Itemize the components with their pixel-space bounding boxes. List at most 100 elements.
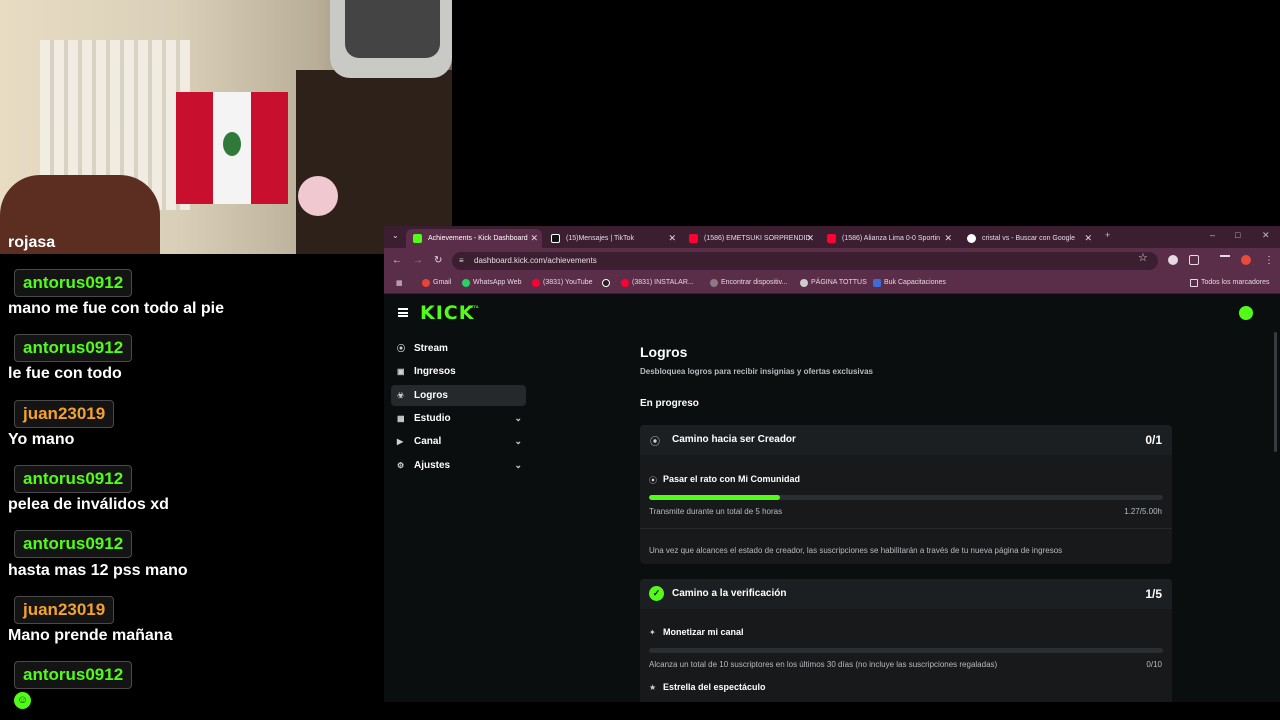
chevron-down-icon: ⌄	[514, 413, 522, 423]
tab-kick-achievements[interactable]: Achievements - Kick Dashboard ✕	[406, 229, 542, 248]
device-icon	[710, 279, 718, 287]
bookmark-whatsapp[interactable]: WhatsApp Web	[462, 279, 522, 287]
bookmark-label: Todos los marcadores	[1201, 279, 1270, 286]
chat-message: le fue con todo	[8, 365, 122, 382]
task-title: Monetizar mi canal	[663, 627, 744, 637]
wallet-icon: ▣	[397, 367, 405, 376]
bookmark-label: Encontrar dispositiv...	[721, 279, 788, 286]
gear-icon: ⚙	[397, 461, 405, 470]
new-tab-icon[interactable]: +	[1105, 230, 1110, 240]
card-header[interactable]: ✓ Camino a la verificación 1/5	[640, 579, 1172, 609]
achievement-card: ✓ Camino a la verificación 1/5 ✦ Monetiz…	[640, 579, 1172, 702]
chat-message: Mano prende mañana	[8, 627, 173, 644]
webcam-feed	[0, 0, 452, 254]
maximize-icon[interactable]: □	[1235, 230, 1240, 240]
sidebar-item-stream[interactable]: ⦿ Stream	[391, 338, 526, 359]
sidebar-item-ajustes[interactable]: ⚙ Ajustes ⌄	[391, 455, 526, 476]
tab-label: (1586) Alianza Lima 0-0 Sportin	[842, 235, 941, 242]
bookmark-label: Buk Capacitaciones	[884, 279, 946, 286]
menu-dots-icon[interactable]: ⋮	[1264, 255, 1274, 266]
channel-icon: ▶	[397, 437, 404, 446]
webcam-flag	[176, 92, 288, 204]
sidebar-item-label: Estudio	[414, 413, 451, 424]
chat-username: juan23019	[14, 400, 115, 428]
close-icon[interactable]: ✕	[530, 229, 538, 248]
chat-message: Yo mano	[8, 431, 75, 448]
sidebar-item-label: Canal	[414, 436, 442, 447]
browser-window: ⌄ Achievements - Kick Dashboard ✕ (15)Me…	[384, 226, 1280, 702]
sidebar-item-label: Ajustes	[414, 460, 451, 471]
broadcast-icon: ⦿	[650, 437, 660, 448]
chat-message: rojasa	[8, 234, 56, 251]
address-bar[interactable]: ≡ dashboard.kick.com/achievements	[452, 252, 1158, 270]
bookmark-star-icon[interactable]: ☆	[1138, 251, 1148, 264]
chevron-down-icon: ⌄	[514, 460, 522, 470]
bookmark-buk[interactable]: Buk Capacitaciones	[873, 279, 946, 287]
bookmark-instalar[interactable]: (3831) INSTALAR...	[621, 279, 694, 287]
page-title: Logros	[640, 344, 688, 360]
sidebar-item-canal[interactable]: ▶ Canal ⌄	[391, 431, 526, 452]
tab-youtube-1[interactable]: (1586) EMETSUKI SORPRENDID ✕	[682, 229, 818, 248]
kick-icon	[413, 234, 422, 243]
progress-bar	[649, 495, 1163, 500]
tab-tiktok[interactable]: (15)Mensajes | TikTok ✕	[544, 229, 680, 248]
site-info-icon[interactable]: ≡	[459, 252, 464, 270]
sidebar-item-logros[interactable]: ☣ Logros	[391, 385, 526, 406]
webcam-tv-screen	[345, 0, 440, 58]
close-icon[interactable]: ✕	[1084, 229, 1092, 248]
close-icon[interactable]: ✕	[944, 229, 952, 248]
bookmark-youtube[interactable]: (3831) YouTube	[532, 279, 593, 287]
sidebar-item-label: Ingresos	[414, 366, 456, 377]
kick-logo[interactable]: KICK	[420, 302, 474, 324]
puzzle-icon[interactable]	[1189, 255, 1199, 265]
task-title: Estrella del espectáculo	[663, 682, 766, 692]
achievement-card: ⦿ Camino hacia ser Creador 0/1 ⦿ Pasar e…	[640, 425, 1172, 564]
tab-label: cristal vs - Buscar con Google	[982, 235, 1075, 242]
buk-icon	[873, 279, 881, 287]
card-header[interactable]: ⦿ Camino hacia ser Creador 0/1	[640, 425, 1172, 455]
hamburger-menu-icon[interactable]	[398, 308, 408, 317]
chat-message: pelea de inválidos xd	[8, 496, 169, 513]
close-window-icon[interactable]: ✕	[1262, 230, 1270, 241]
smile-emote-icon: ☺	[14, 692, 31, 709]
task-description: Alcanza un total de 10 suscriptores en l…	[649, 660, 998, 669]
sparkle-icon: ✦	[649, 628, 656, 637]
tab-search-icon[interactable]: ⌄	[392, 231, 399, 240]
bookmark-encontrar[interactable]: Encontrar dispositiv...	[710, 279, 788, 287]
tab-youtube-2[interactable]: (1586) Alianza Lima 0-0 Sportin ✕	[820, 229, 956, 248]
close-icon[interactable]: ✕	[668, 229, 676, 248]
back-icon[interactable]: ←	[392, 255, 402, 266]
divider	[640, 528, 1172, 529]
bookmark-label: (3831) INSTALAR...	[632, 279, 694, 286]
forward-icon[interactable]: →	[413, 255, 423, 266]
profile-avatar[interactable]	[1239, 306, 1253, 320]
verified-check-icon: ✓	[649, 586, 664, 601]
close-icon[interactable]: ✕	[806, 229, 814, 248]
whatsapp-icon	[462, 279, 470, 287]
profile-avatar-icon[interactable]	[1241, 255, 1251, 265]
tab-google[interactable]: cristal vs - Buscar con Google ✕	[960, 229, 1096, 248]
scrollbar[interactable]	[1274, 332, 1277, 452]
sidebar-item-estudio[interactable]: ▦ Estudio ⌄	[391, 408, 526, 429]
bookmark-gmail[interactable]: Gmail	[422, 279, 452, 287]
chat-username: antorus0912	[14, 661, 133, 689]
progress-fill	[649, 495, 780, 500]
bookmark-label: (3831) YouTube	[543, 279, 593, 286]
sidebar-item-ingresos[interactable]: ▣ Ingresos	[391, 361, 526, 382]
chat-overlay: rojasa antorus0912 mano me fue con todo …	[0, 232, 384, 720]
bookmarks-bar: ▦ Gmail WhatsApp Web (3831) YouTube (383…	[384, 274, 1280, 294]
apps-grid-icon[interactable]: ▦	[396, 279, 403, 287]
media-icon[interactable]	[1220, 255, 1230, 261]
tab-strip: ⌄ Achievements - Kick Dashboard ✕ (15)Me…	[384, 226, 1280, 248]
chat-username: antorus0912	[14, 465, 133, 493]
all-bookmarks[interactable]: Todos los marcadores	[1190, 279, 1270, 287]
minimize-icon[interactable]: –	[1210, 230, 1215, 240]
youtube-icon	[827, 234, 836, 243]
bookmark-tottus[interactable]: PÁGINA TOTTUS	[800, 279, 867, 287]
youtube-icon	[532, 279, 540, 287]
tab-label: Achievements - Kick Dashboard	[428, 235, 528, 242]
bookmark-label: Gmail	[433, 279, 452, 286]
extension-icon[interactable]	[1168, 255, 1178, 265]
reload-icon[interactable]: ↻	[434, 255, 442, 266]
task-description: Transmite durante un total de 5 horas	[649, 507, 783, 516]
